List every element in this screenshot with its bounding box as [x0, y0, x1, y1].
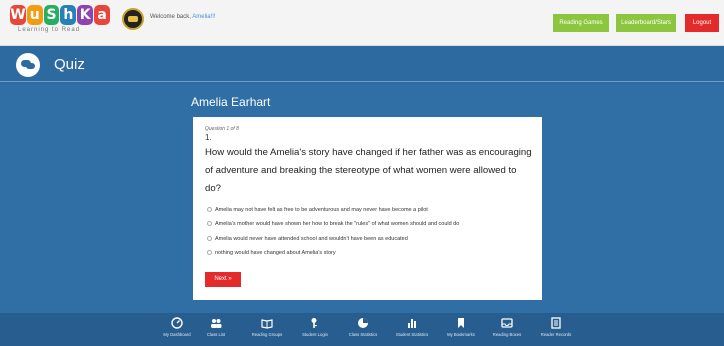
- nav-item-reading-groups[interactable]: Reading Groups: [247, 317, 287, 337]
- question-text: How would the Amelia's story have change…: [205, 147, 532, 194]
- logo-letter: h: [60, 5, 77, 25]
- logo-letter: K: [77, 5, 94, 25]
- answer-label[interactable]: Amelia's mother would have shown her how…: [215, 221, 459, 227]
- key-icon: [311, 318, 317, 328]
- nav-label: Class List: [206, 332, 226, 337]
- nav-item-student-login[interactable]: Student Login: [297, 317, 333, 337]
- nav-label: Student Statistics: [395, 332, 429, 337]
- nav-item-my-dashboard[interactable]: My Dashboard: [158, 317, 196, 337]
- answer-label[interactable]: Amelia would never have attended school …: [215, 236, 408, 242]
- nav-item-class-list[interactable]: Class List: [203, 317, 229, 337]
- bookmark-icon: [458, 318, 464, 328]
- answer-label[interactable]: Amelia may not have felt as free to be a…: [215, 207, 428, 213]
- nav-item-reader-records[interactable]: Reader Records: [534, 317, 578, 337]
- welcome-message: Welcome back, Amelia!!!: [150, 14, 216, 20]
- next-button[interactable]: Next »: [205, 272, 241, 287]
- book-open-icon: [261, 319, 273, 329]
- nav-label: Student Login: [302, 332, 328, 337]
- dashboard-icon: [171, 317, 183, 329]
- logout-button[interactable]: Logout: [685, 14, 719, 32]
- inbox-icon: [501, 318, 513, 328]
- welcome-user-link[interactable]: Amelia!!!: [192, 14, 215, 20]
- logo-tagline: Learning to Read: [18, 27, 81, 33]
- answer-option[interactable]: Amelia may not have felt as free to be a…: [207, 205, 428, 214]
- bar-chart-icon: [408, 319, 416, 328]
- nav-label: Reading Boxes: [492, 332, 522, 337]
- question-number: 1.: [205, 133, 212, 142]
- radio-button[interactable]: [207, 221, 212, 226]
- logo-letter: W: [10, 5, 26, 25]
- nav-item-class-statistics[interactable]: Class Statistics: [343, 317, 383, 337]
- answer-label[interactable]: nothing would have changed about Amelia'…: [215, 250, 336, 256]
- avatar[interactable]: [122, 8, 144, 30]
- answer-option[interactable]: Amelia would never have attended school …: [207, 234, 408, 243]
- nav-item-my-bookmarks[interactable]: My Bookmarks: [441, 317, 481, 337]
- radio-button[interactable]: [207, 207, 212, 212]
- question-counter: Question 1 of 8: [205, 126, 239, 132]
- top-header: W u S h K a Learning to Read Welcome bac…: [0, 0, 724, 46]
- nav-label: My Bookmarks: [447, 332, 475, 337]
- quiz-header: Quiz: [0, 46, 724, 84]
- quiz-card: Question 1 of 8 1. How would the Amelia'…: [193, 117, 542, 300]
- speech-bubbles-icon: [16, 53, 40, 77]
- users-icon: [211, 319, 222, 328]
- nav-label: Reader Records: [540, 332, 572, 337]
- answer-option[interactable]: Amelia's mother would have shown her how…: [207, 219, 459, 228]
- records-icon: [551, 317, 561, 329]
- pie-chart-icon: [358, 318, 368, 328]
- washka-logo[interactable]: W u S h K a Learning to Read: [10, 5, 110, 39]
- nav-label: Reading Groups: [251, 332, 283, 337]
- divider: [0, 81, 724, 82]
- welcome-text: Welcome back,: [150, 14, 191, 20]
- nav-item-reading-boxes[interactable]: Reading Boxes: [487, 317, 527, 337]
- story-title: Amelia Earhart: [191, 95, 271, 109]
- answer-option[interactable]: nothing would have changed about Amelia'…: [207, 248, 336, 257]
- bottom-nav: My Dashboard Class List Reading Groups S…: [0, 313, 724, 346]
- leaderboard-button[interactable]: Leaderboard/Stars: [616, 14, 676, 32]
- nav-label: My Dashboard: [163, 332, 191, 337]
- nav-label: Class Statistics: [348, 332, 378, 337]
- page-title: Quiz: [54, 56, 85, 73]
- radio-button[interactable]: [207, 236, 212, 241]
- logo-letters: W u S h K a: [10, 5, 110, 25]
- nav-item-student-statistics[interactable]: Student Statistics: [389, 317, 435, 337]
- logo-letter: S: [43, 5, 60, 25]
- reading-games-button[interactable]: Reading Games: [553, 14, 609, 32]
- logo-letter: u: [26, 5, 43, 25]
- logo-letter: a: [94, 5, 110, 25]
- radio-button[interactable]: [207, 250, 212, 255]
